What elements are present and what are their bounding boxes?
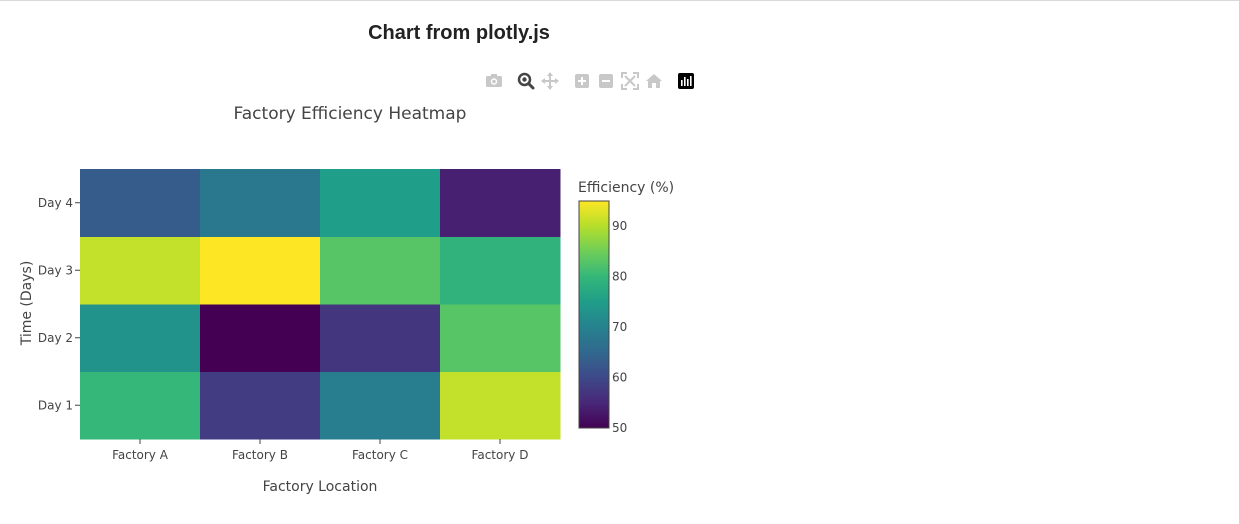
chart-title: Factory Efficiency Heatmap — [234, 104, 467, 124]
heatmap-cell[interactable] — [440, 304, 561, 372]
heatmap-cell[interactable] — [80, 169, 201, 237]
colorbar-gradient — [578, 200, 610, 429]
heatmap-cell[interactable] — [200, 371, 321, 440]
autoscale-icon[interactable] — [620, 71, 640, 91]
heatmap-cell[interactable] — [320, 236, 441, 305]
colorbar-tick-label: 60 — [612, 371, 627, 385]
heatmap-cell[interactable] — [80, 371, 201, 440]
zoom-out-icon[interactable] — [596, 71, 616, 91]
x-tick-label: Factory C — [352, 448, 408, 462]
colorbar-tick-label: 80 — [612, 270, 627, 284]
zoom-in-icon[interactable] — [572, 71, 592, 91]
heatmap-cell[interactable] — [440, 236, 561, 305]
heatmap-cell[interactable] — [320, 169, 441, 237]
pan-icon[interactable] — [540, 71, 560, 91]
x-tick-label: Factory A — [112, 448, 169, 462]
x-tick-label: Factory B — [232, 448, 288, 462]
plotly-logo-icon[interactable] — [676, 71, 696, 91]
heatmap-cell[interactable] — [200, 304, 321, 372]
heatmap-cell[interactable] — [320, 371, 441, 440]
x-tick-label: Factory D — [472, 448, 529, 462]
heatmap-cell[interactable] — [200, 169, 321, 237]
colorbar-title: Efficiency (%) — [578, 180, 674, 196]
y-tick-label: Day 4 — [38, 196, 73, 210]
colorbar-tick-label: 70 — [612, 320, 627, 334]
heatmap-cell[interactable] — [80, 304, 201, 372]
heatmap-cell[interactable] — [440, 169, 561, 237]
heatmap-cell[interactable] — [440, 371, 561, 440]
zoom-icon[interactable] — [516, 71, 536, 91]
y-tick-label: Day 2 — [38, 331, 73, 345]
colorbar-tick-label: 50 — [612, 421, 627, 435]
y-tick-label: Day 3 — [38, 263, 73, 277]
heatmap-cell[interactable] — [80, 236, 201, 305]
y-axis-title: Time (Days) — [19, 261, 35, 347]
colorbar: Efficiency (%) 50 60 70 80 90 — [578, 180, 674, 435]
y-tick-label: Day 1 — [38, 398, 73, 412]
heatmap-cell[interactable] — [200, 236, 321, 305]
x-axis-title: Factory Location — [263, 479, 378, 495]
home-icon[interactable] — [644, 71, 664, 91]
camera-icon[interactable] — [484, 71, 504, 91]
heatmap-cell[interactable] — [320, 304, 441, 372]
colorbar-tick-label: 90 — [612, 219, 627, 233]
